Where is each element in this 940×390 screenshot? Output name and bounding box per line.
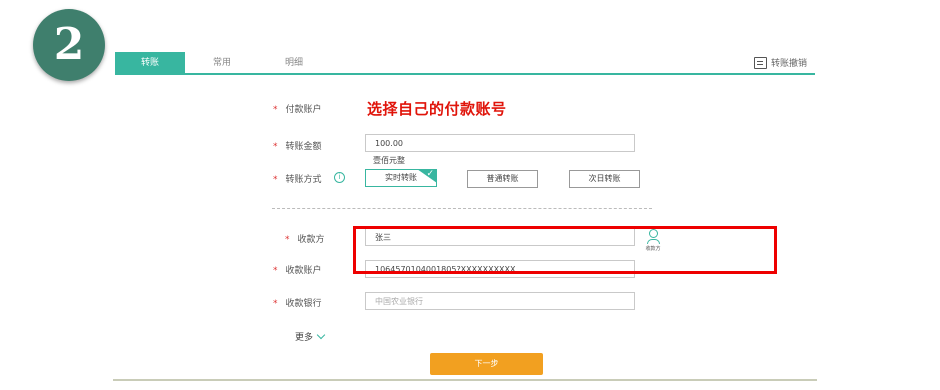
info-icon[interactable]: i <box>334 172 345 183</box>
transfer-undo-label: 转账撤销 <box>770 59 807 69</box>
amount-label: * 转账金额 <box>273 142 322 152</box>
check-icon: ✓ <box>426 169 434 179</box>
annotation-text: 选择自己的付款账号 <box>367 100 507 118</box>
payee-bank-label: * 收款银行 <box>273 299 322 309</box>
tab-bar: 转账 常用 明细 <box>115 52 815 74</box>
required-star: * <box>273 175 278 185</box>
method-next-day-button[interactable]: 次日转账 <box>569 170 640 188</box>
more-options-label: 更多 <box>295 333 314 343</box>
amount-in-words: 壹佰元整 <box>373 156 405 165</box>
payee-bank-select[interactable]: 中国农业银行 <box>365 292 635 310</box>
required-star: * <box>273 299 278 309</box>
tab-frequent[interactable]: 常用 <box>187 52 257 74</box>
annotation-highlight-box <box>353 226 777 274</box>
required-star: * <box>273 142 278 152</box>
chevron-down-icon <box>316 330 326 340</box>
required-star: * <box>285 235 290 245</box>
transfer-undo-link[interactable]: 转账撤销 <box>753 56 807 69</box>
next-step-button[interactable]: 下一步 <box>430 353 543 375</box>
required-star: * <box>273 105 278 115</box>
required-star: * <box>273 266 278 276</box>
method-standard-button[interactable]: 普通转账 <box>467 170 538 188</box>
transfer-method-label: * 转账方式 <box>273 175 322 185</box>
more-options-toggle[interactable]: 更多 <box>295 330 326 343</box>
document-undo-icon <box>753 56 767 69</box>
tab-details[interactable]: 明细 <box>259 52 329 74</box>
step-number-badge: 2 <box>33 9 105 81</box>
section-divider <box>272 208 652 209</box>
tab-transfer[interactable]: 转账 <box>115 52 185 74</box>
tab-underline <box>115 73 815 75</box>
payee-account-label: * 收款账户 <box>273 266 322 276</box>
amount-input[interactable]: 100.00 <box>365 134 635 152</box>
bottom-divider <box>113 379 817 381</box>
method-realtime-button[interactable]: 实时转账 ✓ <box>365 169 437 187</box>
payee-label: * 收款方 <box>285 235 325 245</box>
payer-account-label: * 付款账户 <box>273 105 322 115</box>
